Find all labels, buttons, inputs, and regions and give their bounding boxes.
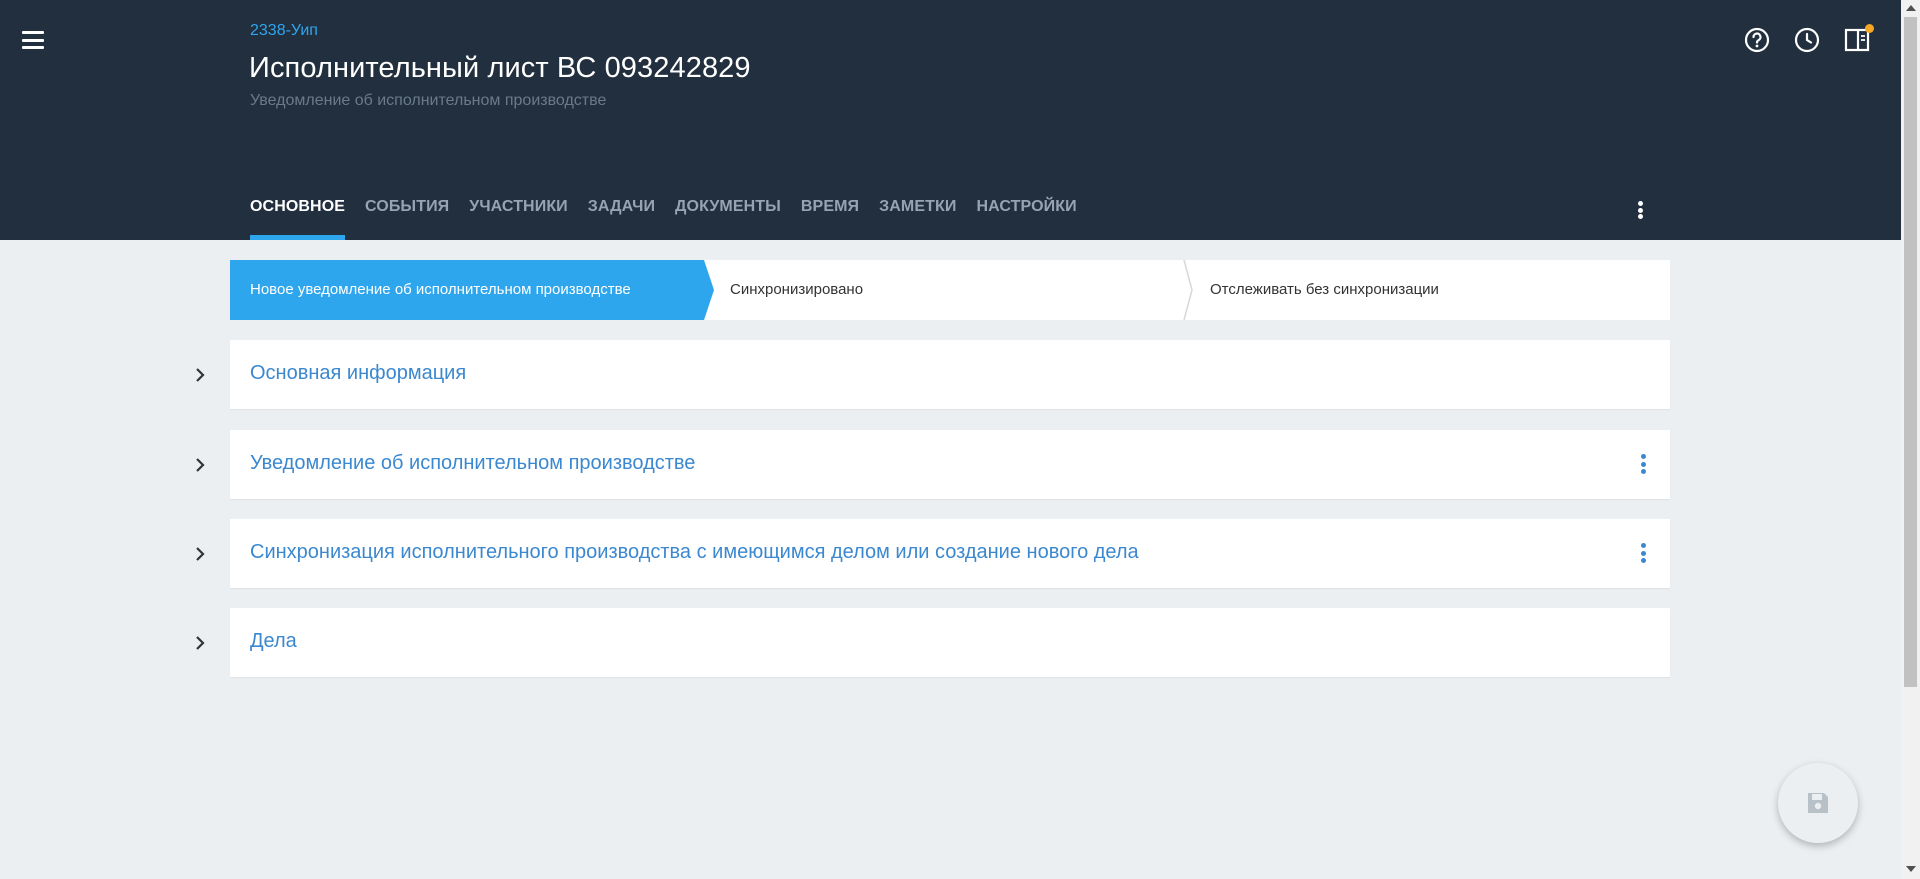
tab-main[interactable]: ОСНОВНОЕ — [250, 186, 346, 240]
section-enforcement-notice[interactable]: Уведомление об исполнительном производст… — [230, 430, 1670, 499]
vertical-scrollbar[interactable] — [1901, 0, 1920, 879]
save-button[interactable] — [1778, 763, 1858, 843]
tabs-more-icon[interactable] — [1630, 198, 1650, 222]
section-title[interactable]: Основная информация — [250, 362, 466, 385]
tab-participants[interactable]: УЧАСТНИКИ — [469, 186, 568, 240]
save-disk-icon — [1808, 793, 1828, 813]
history-clock-icon[interactable] — [1793, 26, 1821, 54]
step-new-notice[interactable]: Новое уведомление об исполнительном прои… — [250, 281, 631, 298]
status-stepper: Новое уведомление об исполнительном прои… — [230, 260, 1670, 320]
page-title: Исполнительный лист ВС 093242829 — [249, 52, 751, 84]
step-synchronized[interactable]: Синхронизировано — [730, 281, 863, 298]
section-title[interactable]: Синхронизация исполнительного производст… — [250, 541, 1139, 564]
section-sync[interactable]: Синхронизация исполнительного производст… — [230, 519, 1670, 588]
chevron-right-icon[interactable] — [190, 365, 210, 385]
tab-tasks[interactable]: ЗАДАЧИ — [588, 186, 655, 240]
section-cases[interactable]: Дела — [230, 608, 1670, 677]
section-more-icon[interactable] — [1638, 452, 1648, 476]
tab-time[interactable]: ВРЕМЯ — [801, 186, 859, 240]
page-subtitle: Уведомление об исполнительном производст… — [250, 92, 607, 109]
chevron-right-icon[interactable] — [190, 544, 210, 564]
tab-notes[interactable]: ЗАМЕТКИ — [879, 186, 956, 240]
scroll-down-icon[interactable] — [1906, 866, 1916, 872]
hamburger-menu-icon[interactable] — [18, 28, 48, 52]
chevron-right-icon[interactable] — [190, 633, 210, 653]
section-main-info[interactable]: Основная информация — [230, 340, 1670, 409]
scroll-up-icon[interactable] — [1906, 5, 1916, 11]
tab-events[interactable]: СОБЫТИЯ — [365, 186, 449, 240]
notification-dot — [1865, 24, 1874, 33]
step-track-without-sync[interactable]: Отслеживать без синхронизации — [1210, 281, 1439, 298]
chevron-right-icon[interactable] — [190, 455, 210, 475]
tab-documents[interactable]: ДОКУМЕНТЫ — [675, 186, 781, 240]
app-header: 2338-Уип Исполнительный лист ВС 09324282… — [0, 0, 1901, 240]
tab-bar: ОСНОВНОЕ СОБЫТИЯ УЧАСТНИКИ ЗАДАЧИ ДОКУМЕ… — [250, 186, 1097, 240]
section-title[interactable]: Дела — [250, 630, 297, 653]
tab-settings[interactable]: НАСТРОЙКИ — [976, 186, 1076, 240]
help-icon[interactable] — [1743, 26, 1771, 54]
header-actions — [1743, 24, 1874, 54]
panel-icon[interactable] — [1843, 24, 1874, 54]
case-number-link[interactable]: 2338-Уип — [250, 22, 318, 40]
step-divider — [1183, 260, 1193, 320]
section-more-icon[interactable] — [1638, 541, 1648, 565]
scroll-thumb[interactable] — [1904, 17, 1917, 687]
section-title[interactable]: Уведомление об исполнительном производст… — [250, 452, 695, 475]
